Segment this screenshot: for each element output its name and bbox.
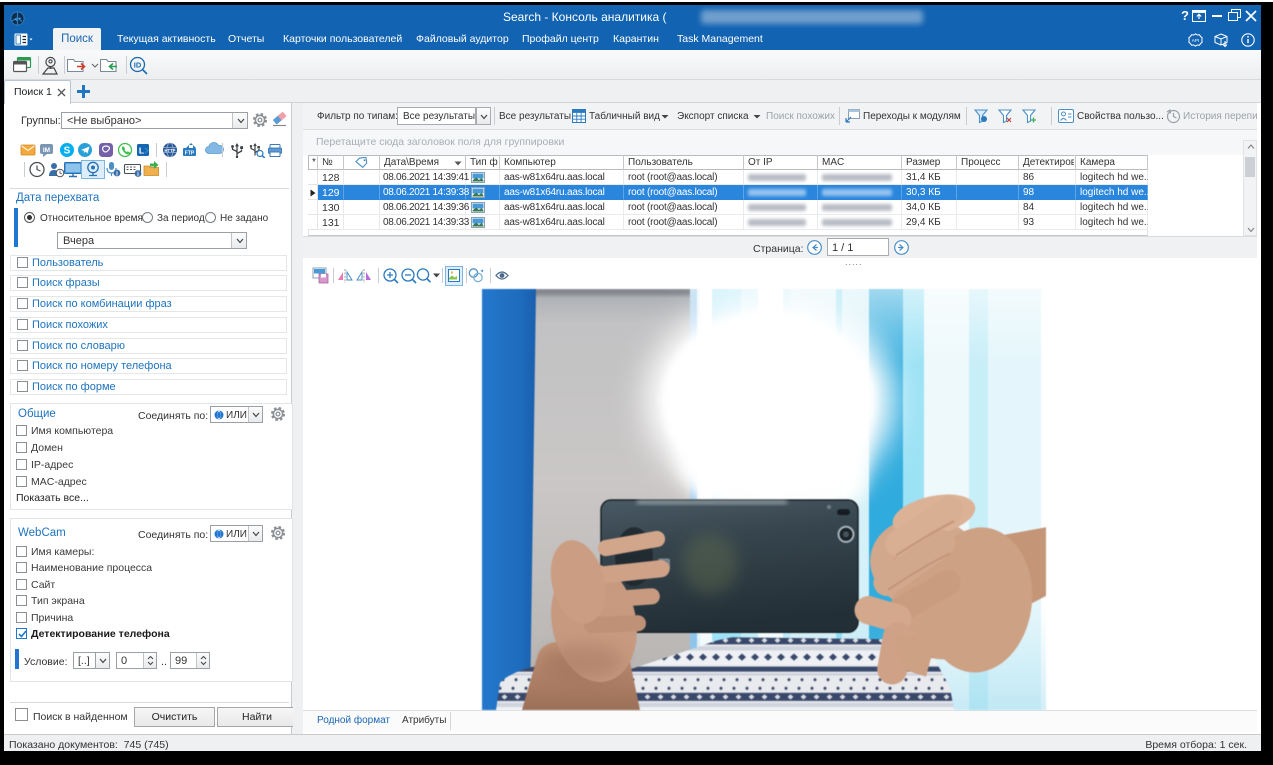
svg-text:HTTP: HTTP	[165, 148, 176, 153]
svg-text:API: API	[1192, 38, 1199, 43]
svg-text:ID: ID	[134, 60, 142, 69]
svg-text:IM: IM	[43, 147, 50, 154]
svg-text:L: L	[139, 146, 144, 156]
svg-text:FTP: FTP	[185, 150, 195, 156]
svg-text:S: S	[64, 146, 71, 157]
